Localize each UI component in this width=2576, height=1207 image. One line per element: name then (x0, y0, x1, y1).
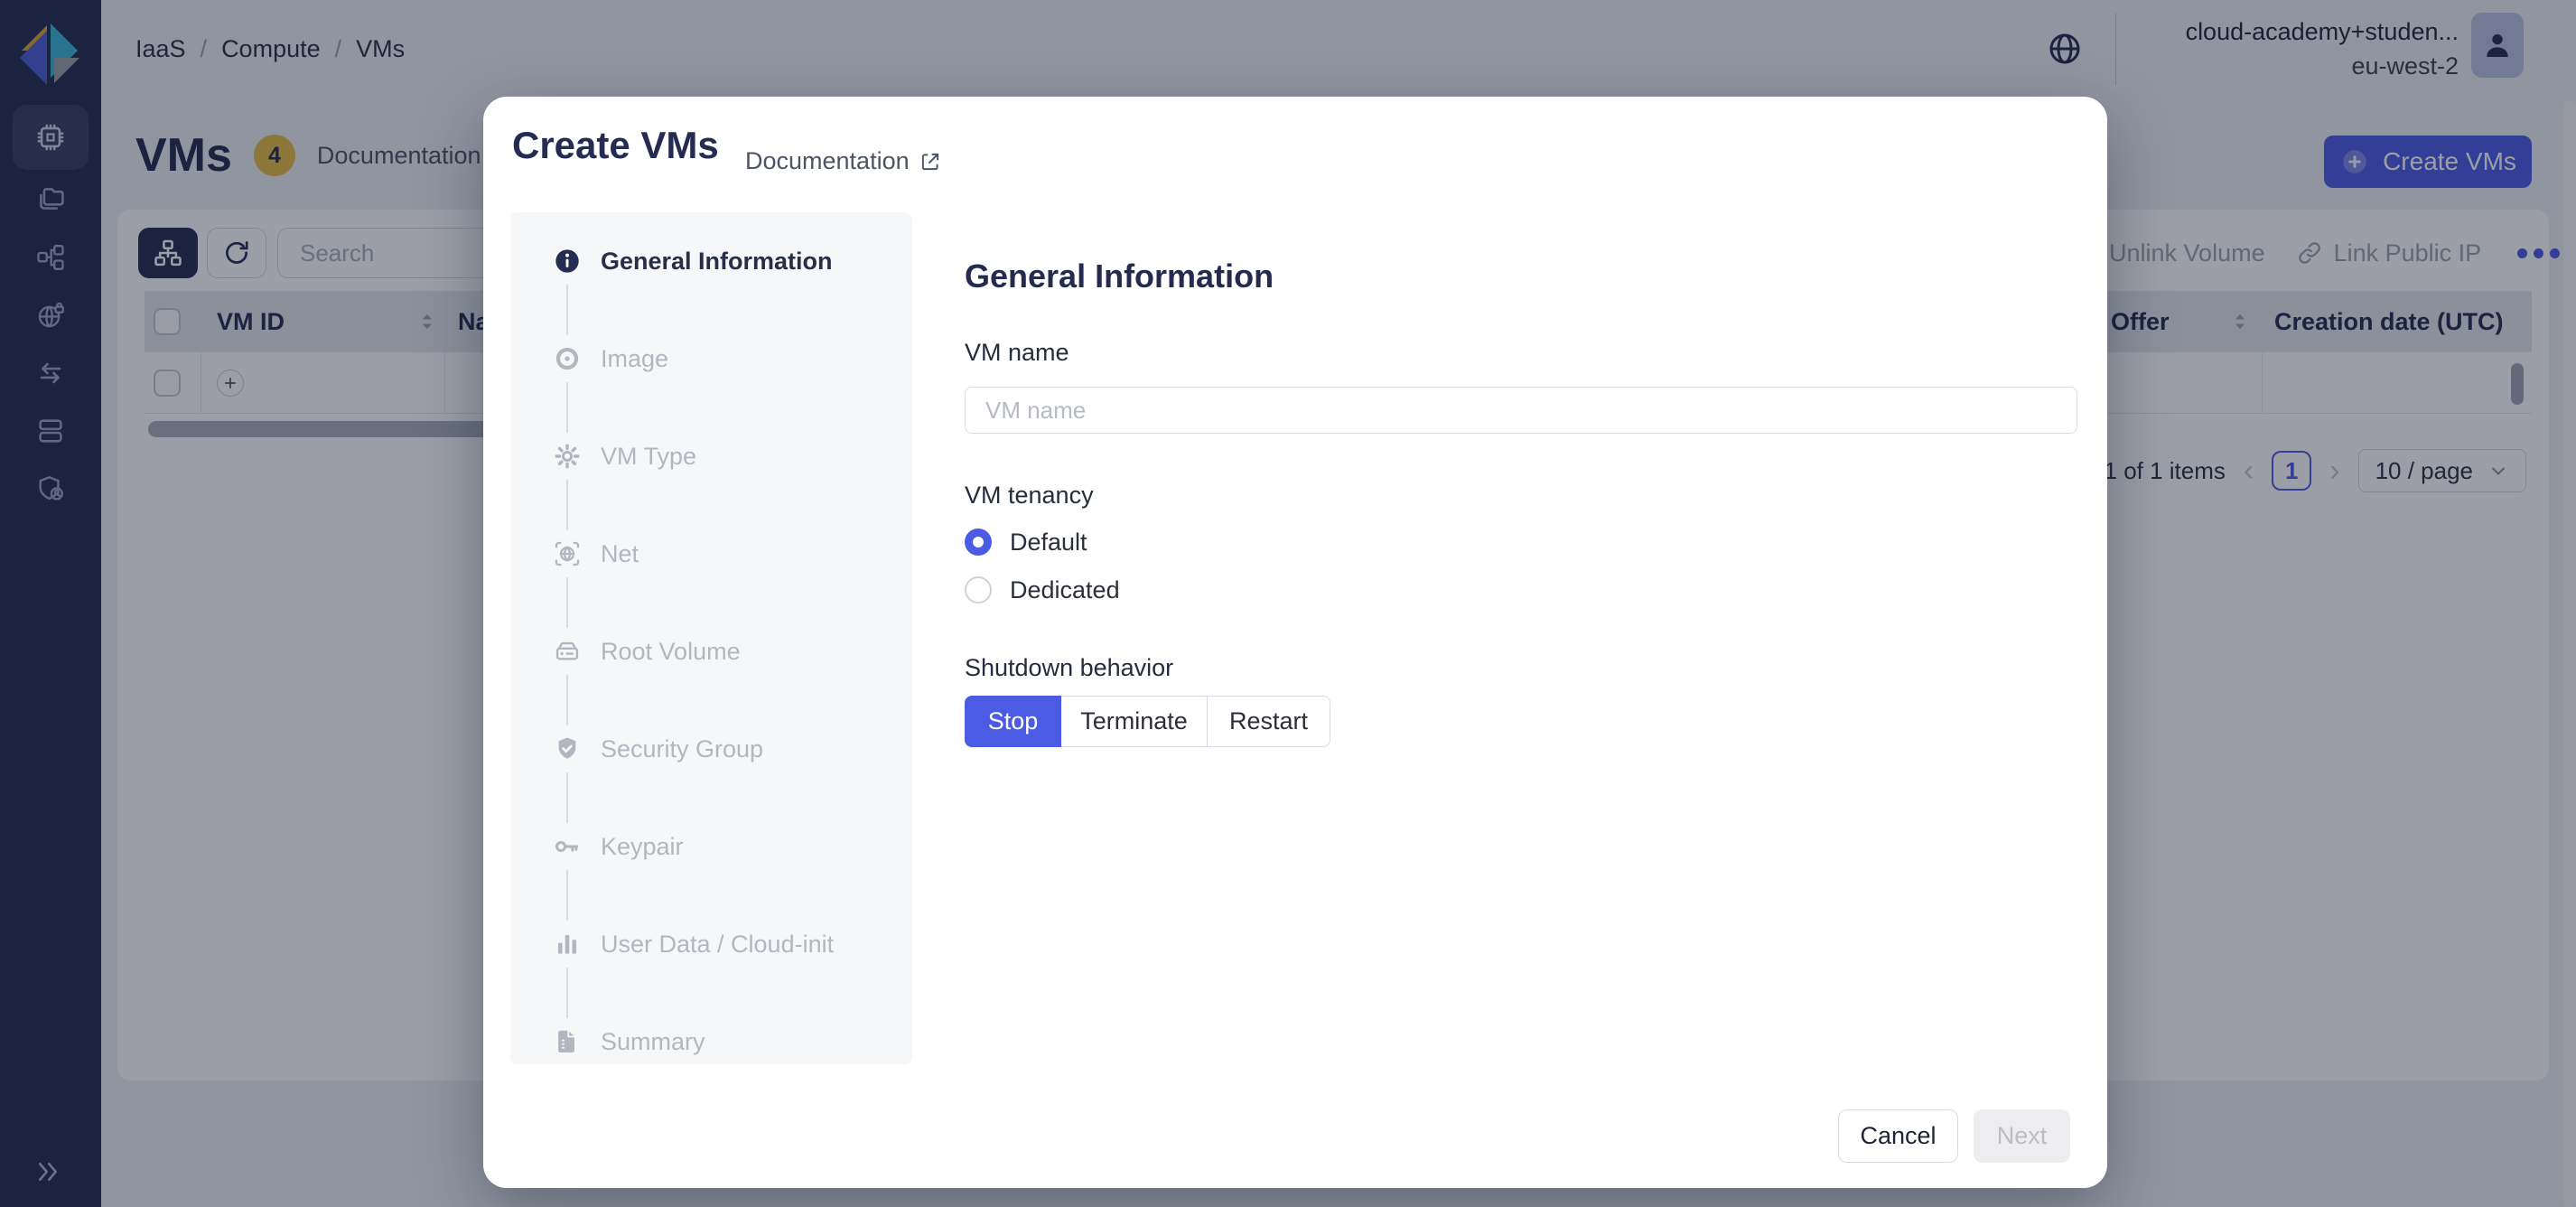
cancel-button[interactable]: Cancel (1838, 1109, 1958, 1163)
app-screen: IaaS / Compute / VMs cloud-academy+stude… (0, 0, 2576, 1207)
drive-icon (553, 637, 582, 666)
shutdown-behavior-segmented-control: Stop Terminate Restart (965, 696, 1330, 747)
radio-unselected-icon (965, 576, 992, 604)
step-vm-type[interactable]: VM Type (510, 407, 912, 505)
modal-documentation-link[interactable]: Documentation (745, 147, 942, 175)
document-icon (553, 1027, 582, 1056)
step-label: Summary (601, 1028, 705, 1056)
next-button[interactable]: Next (1974, 1109, 2070, 1163)
vm-name-label: VM name (965, 339, 1069, 367)
documentation-label: Documentation (745, 147, 910, 175)
step-label: Image (601, 345, 668, 373)
shutdown-terminate-button[interactable]: Terminate (1060, 696, 1208, 747)
vm-tenancy-label: VM tenancy (965, 482, 1094, 510)
shutdown-restart-button[interactable]: Restart (1207, 696, 1330, 747)
tenancy-dedicated-label: Dedicated (1010, 576, 1120, 604)
key-icon (553, 832, 582, 861)
step-user-data[interactable]: User Data / Cloud-init (510, 895, 912, 993)
step-general-information[interactable]: General Information (510, 212, 912, 310)
shutdown-behavior-label: Shutdown behavior (965, 654, 1173, 682)
step-label: Keypair (601, 833, 684, 861)
step-summary[interactable]: Summary (510, 993, 912, 1090)
step-label: VM Type (601, 443, 696, 471)
step-security-group[interactable]: Security Group (510, 700, 912, 798)
shutdown-stop-button[interactable]: Stop (965, 696, 1061, 747)
wizard-stepper: General Information Image VM Type (510, 212, 912, 1064)
radio-selected-icon (965, 529, 992, 556)
tenancy-default-radio[interactable]: Default (965, 529, 1087, 556)
step-label: Net (601, 540, 639, 568)
tenancy-dedicated-radio[interactable]: Dedicated (965, 576, 1120, 604)
create-vms-modal: Create VMs Documentation General Informa… (483, 97, 2107, 1188)
info-icon (553, 247, 582, 276)
external-link-icon (919, 150, 942, 173)
step-net[interactable]: Net (510, 505, 912, 603)
vm-name-input[interactable] (965, 387, 2077, 434)
shield-check-icon (553, 734, 582, 763)
tenancy-default-label: Default (1010, 529, 1087, 557)
step-image[interactable]: Image (510, 310, 912, 407)
globe-frame-icon (553, 539, 582, 568)
step-root-volume[interactable]: Root Volume (510, 603, 912, 700)
disc-icon (553, 344, 582, 373)
gear-icon (553, 442, 582, 471)
section-heading: General Information (965, 257, 1274, 295)
bar-chart-icon (553, 930, 582, 959)
step-label: Security Group (601, 735, 763, 763)
modal-title: Create VMs (512, 124, 719, 167)
step-keypair[interactable]: Keypair (510, 798, 912, 895)
step-label: General Information (601, 248, 833, 276)
step-label: Root Volume (601, 638, 741, 666)
step-label: User Data / Cloud-init (601, 931, 834, 959)
